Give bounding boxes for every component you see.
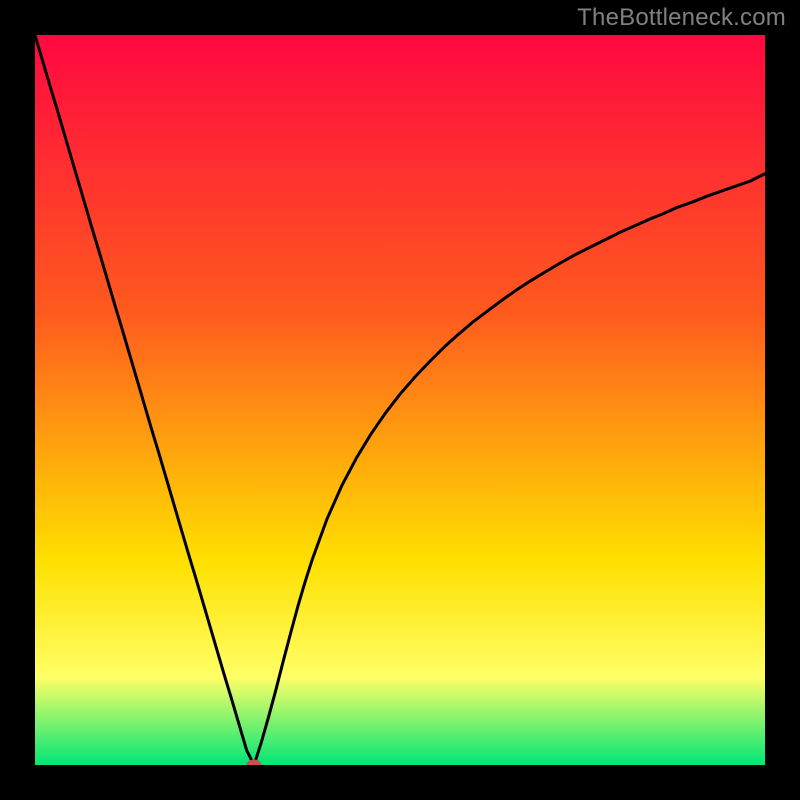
chart-outer-frame: TheBottleneck.com <box>0 0 800 800</box>
chart-svg <box>35 35 765 765</box>
chart-plot-area <box>35 35 765 765</box>
watermark-text: TheBottleneck.com <box>577 4 786 32</box>
